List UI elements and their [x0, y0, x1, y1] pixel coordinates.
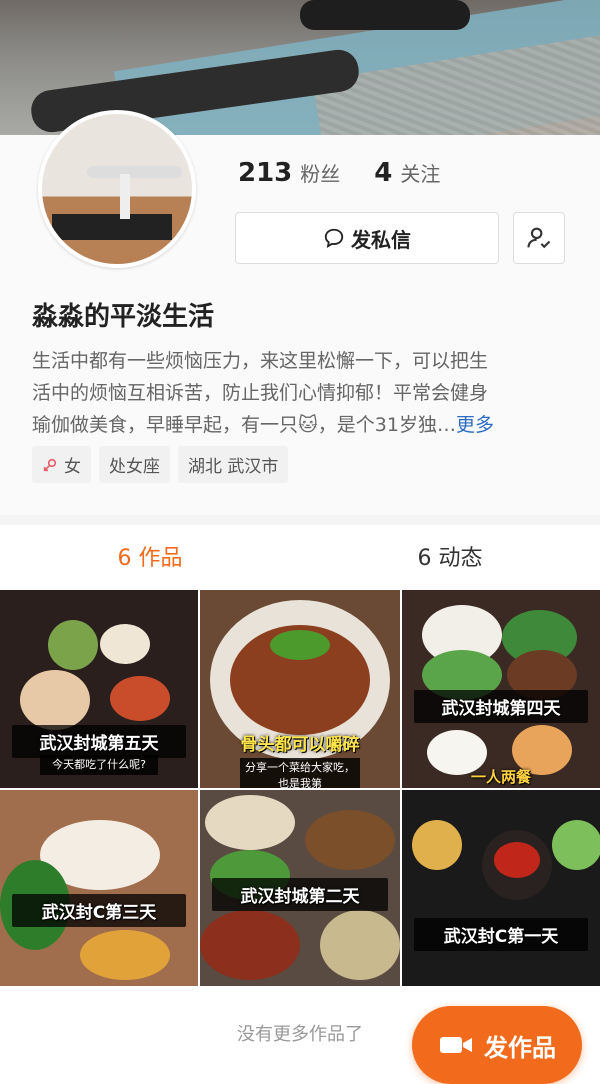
chat-bubble-icon	[324, 228, 344, 249]
following-count[interactable]: 4	[374, 158, 392, 188]
work-caption: 武汉封城第五天	[12, 725, 186, 758]
profile-name: 淼淼的平淡生活	[32, 302, 215, 332]
bio-line: 生活中都有一些烦恼压力，来这里松懈一下，可以把生	[32, 350, 489, 372]
work-thumbnail[interactable]: 武汉封C第三天	[0, 790, 198, 986]
gender-tag: 女	[32, 446, 91, 483]
followers-count[interactable]: 213	[238, 158, 292, 188]
work-thumbnail[interactable]: 武汉封C第一天	[402, 790, 600, 986]
works-grid: 武汉封城第五天 今天都吃了什么呢? 骨头都可以嚼碎 分享一个菜给大家吃，也是我第…	[0, 590, 600, 986]
bio-more-link[interactable]: 更多	[456, 414, 494, 436]
location-tag: 湖北 武汉市	[178, 446, 289, 483]
user-check-icon	[527, 227, 551, 249]
avatar[interactable]	[38, 110, 196, 268]
work-caption: 武汉封C第一天	[414, 918, 588, 951]
content-tabs: 6 作品 6 动态	[0, 525, 600, 587]
followers-label[interactable]: 粉丝	[300, 158, 340, 187]
send-message-label: 发私信	[351, 227, 411, 252]
profile-tags: 女 处女座 湖北 武汉市	[32, 446, 289, 483]
work-thumbnail[interactable]: 骨头都可以嚼碎 分享一个菜给大家吃，也是我第	[200, 590, 400, 788]
following-label[interactable]: 关注	[400, 158, 440, 187]
work-subcaption: 一人两餐	[470, 768, 531, 786]
work-caption: 骨头都可以嚼碎	[240, 735, 360, 755]
tab-works[interactable]: 6 作品	[0, 525, 300, 587]
tab-moments[interactable]: 6 动态	[300, 525, 600, 587]
work-caption: 武汉封城第二天	[212, 878, 388, 911]
bio-line-text: 瑜伽做美食，早睡早起，有一只🐱，是个31岁独…	[32, 414, 456, 436]
profile-bio: 生活中都有一些烦恼压力，来这里松懈一下，可以把生 活中的烦恼互相诉苦，防止我们心…	[32, 345, 572, 441]
work-thumbnail[interactable]: 武汉封城第四天 一人两餐	[402, 590, 600, 788]
location-tag-label: 湖北 武汉市	[188, 457, 279, 477]
video-camera-icon	[440, 1037, 472, 1053]
followed-user-button[interactable]	[513, 212, 565, 264]
work-caption: 武汉封C第三天	[12, 894, 186, 927]
section-divider	[0, 515, 600, 525]
gender-tag-label: 女	[64, 457, 81, 477]
send-message-button[interactable]: 发私信	[235, 212, 499, 264]
post-work-button[interactable]: 发作品	[412, 1006, 582, 1084]
work-thumbnail[interactable]: 武汉封城第五天 今天都吃了什么呢?	[0, 590, 198, 788]
bio-line: 活中的烦恼互相诉苦，防止我们心情抑郁！平常会健身	[32, 382, 489, 404]
work-subcaption: 分享一个菜给大家吃，也是我第	[240, 758, 360, 788]
zodiac-tag-label: 处女座	[109, 457, 160, 477]
bio-line: 瑜伽做美食，早睡早起，有一只🐱，是个31岁独…更多	[32, 409, 572, 441]
female-icon	[43, 458, 57, 471]
work-caption: 武汉封城第四天	[414, 690, 588, 723]
profile-stats: 213 粉丝 4 关注	[238, 158, 466, 188]
post-work-label: 发作品	[484, 1033, 556, 1062]
work-subcaption: 今天都吃了什么呢?	[40, 755, 158, 775]
zodiac-tag: 处女座	[99, 446, 170, 483]
work-thumbnail[interactable]: 武汉封城第二天	[200, 790, 400, 986]
